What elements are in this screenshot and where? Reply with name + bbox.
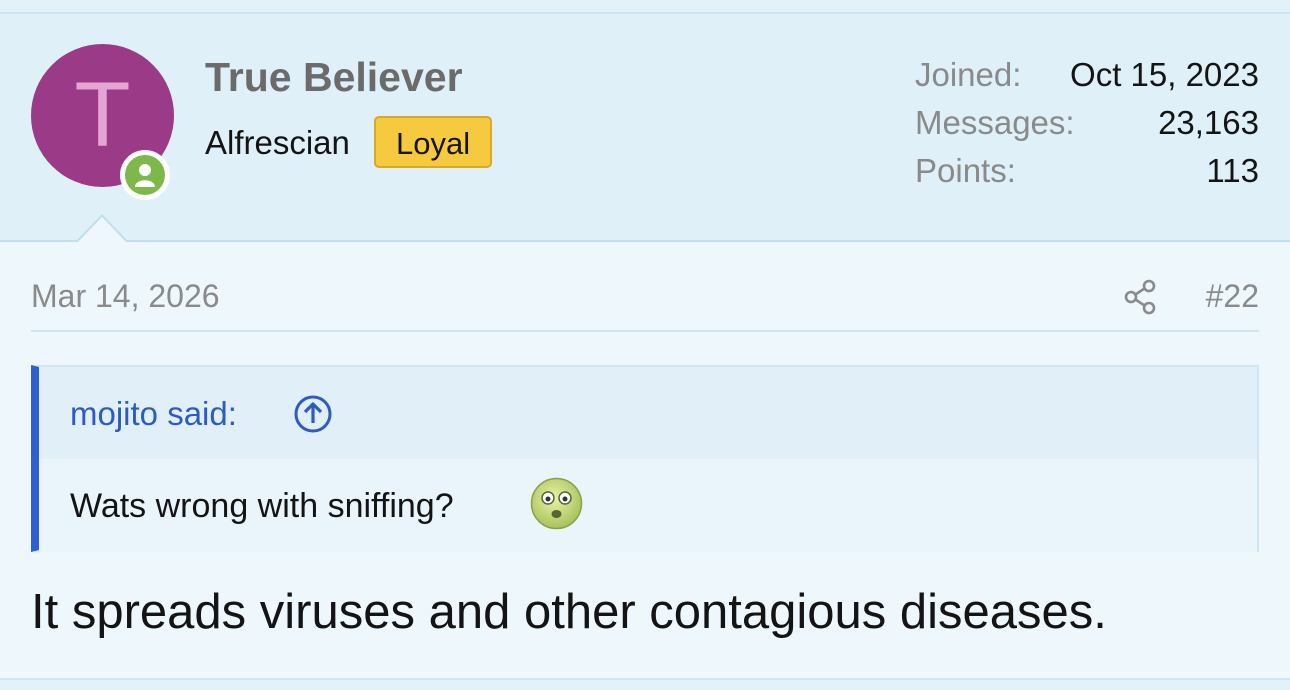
user-badge: Loyal bbox=[374, 116, 493, 168]
online-badge bbox=[120, 150, 170, 200]
user-stats: Joined: Oct 15, 2023 Messages: 23,163 Po… bbox=[915, 56, 1259, 200]
stat-points: Points: 113 bbox=[915, 152, 1259, 200]
message-body: It spreads viruses and other contagious … bbox=[31, 585, 1107, 639]
top-strip bbox=[0, 0, 1290, 14]
stat-label: Messages: bbox=[915, 104, 1075, 141]
user-header: T True Believer Alfrescian Loyal Joined:… bbox=[0, 14, 1290, 242]
stat-value: Oct 15, 2023 bbox=[1070, 56, 1259, 93]
username[interactable]: True Believer bbox=[205, 54, 463, 101]
post-attribution: Mar 14, 2026 #22 bbox=[31, 262, 1259, 332]
stat-joined: Joined: Oct 15, 2023 bbox=[915, 56, 1259, 104]
quote-text: Wats wrong with sniffing? bbox=[70, 487, 454, 525]
header-pointer-fill bbox=[77, 217, 127, 243]
quote-header: mojito said: bbox=[39, 367, 1257, 459]
quote-author[interactable]: mojito said: bbox=[70, 395, 237, 433]
quote-block: mojito said: Wats wrong with sniffing? bbox=[31, 365, 1259, 552]
stat-label: Points: bbox=[915, 152, 1016, 189]
user-online-icon bbox=[125, 155, 165, 195]
post-date[interactable]: Mar 14, 2026 bbox=[31, 278, 220, 315]
quote-body: Wats wrong with sniffing? bbox=[39, 459, 1257, 552]
stat-value: 23,163 bbox=[1158, 104, 1259, 141]
user-title: Alfrescian bbox=[205, 124, 350, 161]
bottom-strip bbox=[0, 678, 1290, 690]
stat-value: 113 bbox=[1206, 152, 1259, 189]
post-number[interactable]: #22 bbox=[1206, 278, 1259, 315]
arrow-up-circle-icon[interactable] bbox=[292, 393, 334, 435]
share-icon[interactable] bbox=[1123, 279, 1157, 315]
sick-face-icon bbox=[529, 476, 584, 531]
stat-label: Joined: bbox=[915, 56, 1022, 93]
stat-messages: Messages: 23,163 bbox=[915, 104, 1259, 152]
